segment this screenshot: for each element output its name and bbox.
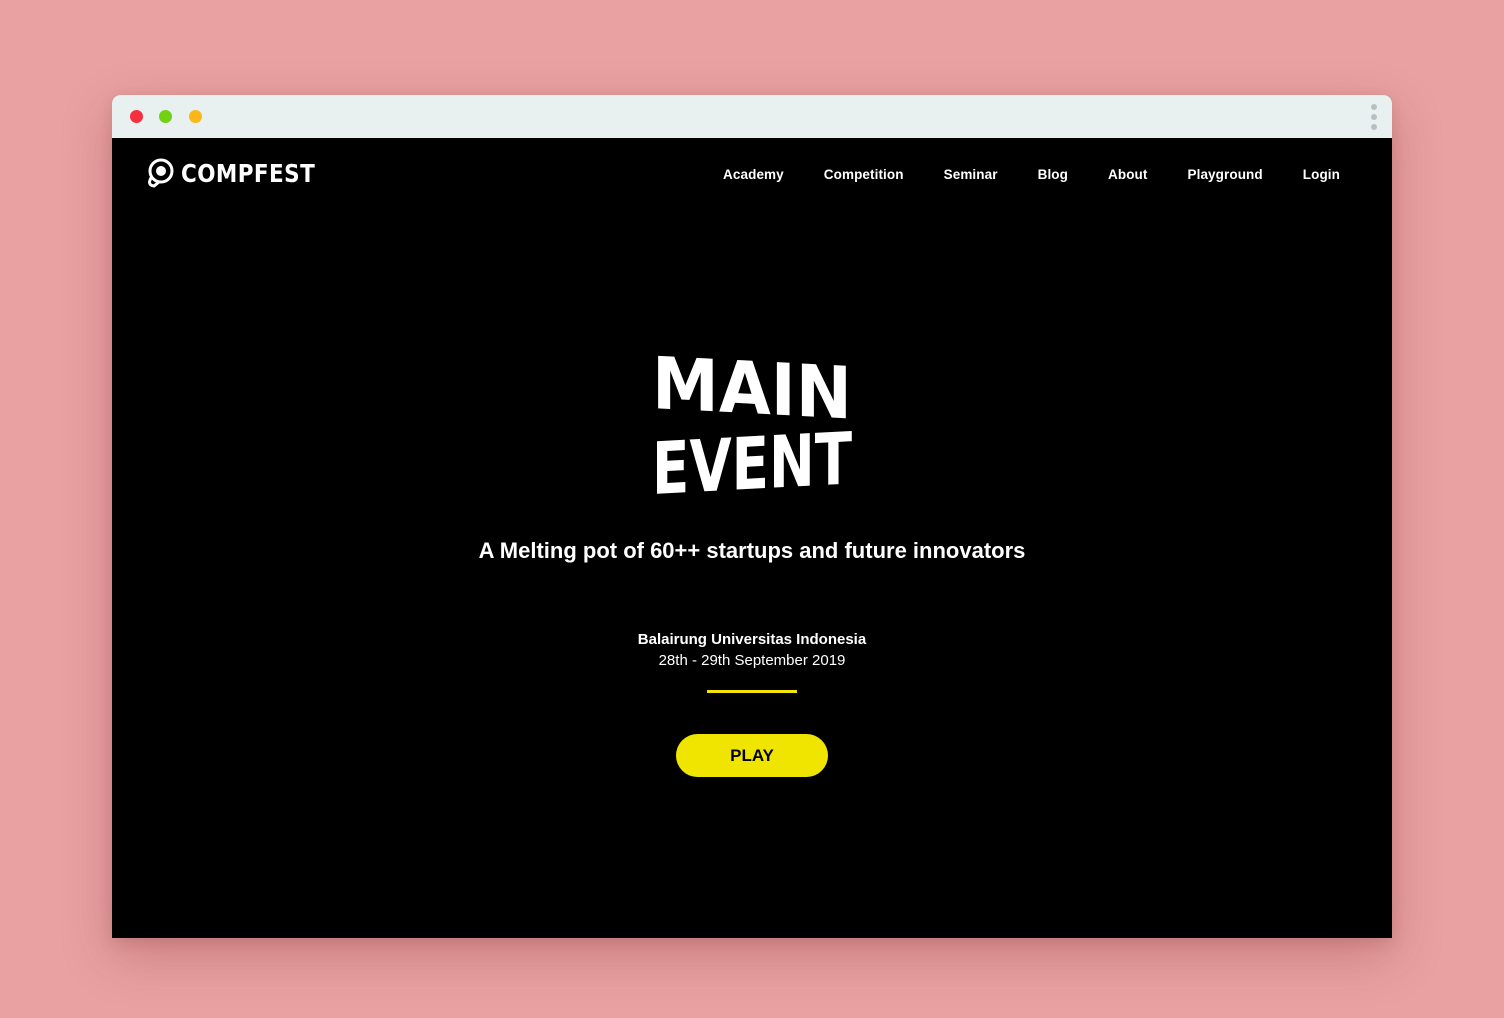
play-button[interactable]: PLAY — [676, 734, 828, 777]
close-window-button[interactable] — [130, 110, 143, 123]
browser-title-bar — [112, 95, 1392, 138]
event-venue: Balairung Universitas Indonesia — [637, 631, 867, 648]
main-nav: Academy Competition Seminar Blog About P… — [723, 167, 1340, 182]
compfest-logo-icon — [148, 158, 174, 188]
accent-divider — [707, 690, 797, 693]
nav-item-competition[interactable]: Competition — [824, 167, 904, 182]
maximize-window-button[interactable] — [189, 110, 202, 123]
main-event-title: MAIN EVENT — [652, 345, 852, 495]
minimize-window-button[interactable] — [159, 110, 172, 123]
compfest-logo[interactable]: COMPFEST — [145, 158, 337, 188]
hero-title-line2: EVENT — [652, 417, 852, 495]
kebab-menu-icon[interactable] — [1370, 104, 1378, 130]
nav-item-about[interactable]: About — [1108, 167, 1147, 182]
nav-item-academy[interactable]: Academy — [723, 167, 784, 182]
nav-item-login[interactable]: Login — [1303, 167, 1340, 182]
logo-text: COMPFEST — [181, 158, 316, 188]
nav-item-blog[interactable]: Blog — [1038, 167, 1068, 182]
event-dates: 28th - 29th September 2019 — [658, 652, 846, 669]
browser-window: COMPFEST Academy Competition Seminar Blo… — [112, 95, 1392, 938]
nav-item-seminar[interactable]: Seminar — [944, 167, 998, 182]
page-viewport: COMPFEST Academy Competition Seminar Blo… — [112, 138, 1392, 938]
hero-tagline: A Melting pot of 60++ startups and futur… — [478, 538, 1026, 563]
nav-item-playground[interactable]: Playground — [1187, 167, 1262, 182]
